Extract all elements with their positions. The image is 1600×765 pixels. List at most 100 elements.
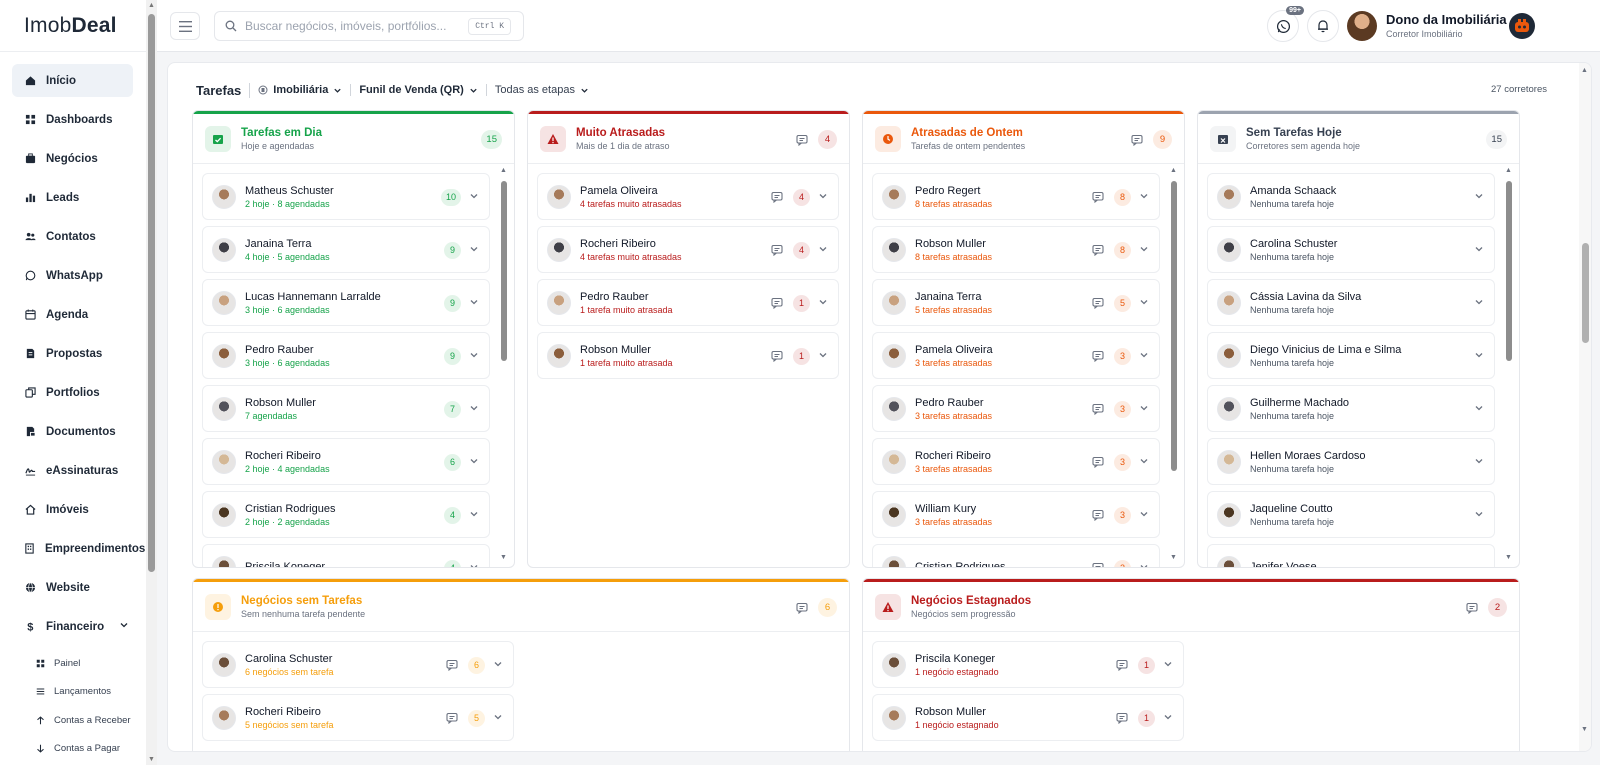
- comment-icon[interactable]: [1092, 297, 1104, 309]
- broker-row[interactable]: Pedro Rauber 1 tarefa muito atrasada 1: [537, 279, 839, 326]
- comment-icon[interactable]: [1092, 456, 1104, 468]
- comment-icon[interactable]: [771, 350, 783, 362]
- expand-chevron[interactable]: [1163, 656, 1173, 674]
- sidebar-item-financeiro[interactable]: $ Financeiro: [12, 610, 133, 643]
- agency-logo-avatar[interactable]: [1509, 13, 1535, 39]
- comment-icon[interactable]: [446, 712, 458, 724]
- scroll-up-arrow[interactable]: ▲: [500, 167, 507, 174]
- scroll-down-arrow[interactable]: ▼: [148, 756, 155, 763]
- broker-row[interactable]: Rocheri Ribeiro 4 tarefas muito atrasada…: [537, 226, 839, 273]
- broker-row[interactable]: Pedro Regert 8 tarefas atrasadas 8: [872, 173, 1160, 220]
- column-scrollbar[interactable]: ▲ ▼: [500, 167, 508, 565]
- expand-chevron[interactable]: [1474, 453, 1484, 471]
- broker-row[interactable]: Pamela Oliveira 3 tarefas atrasadas 3: [872, 332, 1160, 379]
- comment-icon[interactable]: [1092, 562, 1104, 568]
- expand-chevron[interactable]: [1139, 506, 1149, 524]
- sidebar-item-dashboards[interactable]: Dashboards: [12, 103, 133, 136]
- broker-row[interactable]: Amanda Schaack Nenhuma tarefa hoje: [1207, 173, 1495, 220]
- sidebar-item-negocios[interactable]: Negócios: [12, 142, 133, 175]
- stages-filter-dropdown[interactable]: Todas as etapas: [487, 84, 597, 96]
- broker-row[interactable]: Robson Muller 7 agendadas 7: [202, 385, 490, 432]
- comment-icon[interactable]: [1116, 659, 1128, 671]
- expand-chevron[interactable]: [1139, 453, 1149, 471]
- broker-row[interactable]: Jenifer Voese: [1207, 544, 1495, 567]
- expand-chevron[interactable]: [1139, 400, 1149, 418]
- expand-chevron[interactable]: [493, 656, 503, 674]
- agency-filter-dropdown[interactable]: Imobiliária: [250, 84, 352, 96]
- comment-icon[interactable]: [771, 244, 783, 256]
- app-logo[interactable]: Imob Deal: [0, 0, 156, 52]
- comment-icon[interactable]: [1092, 350, 1104, 362]
- comment-icon[interactable]: [1092, 244, 1104, 256]
- broker-row[interactable]: Pamela Oliveira 4 tarefas muito atrasada…: [537, 173, 839, 220]
- sidebar-item-eassinaturas[interactable]: eAssinaturas: [12, 454, 133, 487]
- broker-row[interactable]: Priscila Koneger 1 negócio estagnado 1: [872, 641, 1184, 688]
- scroll-down-arrow[interactable]: ▼: [1505, 554, 1512, 561]
- comment-icon[interactable]: [1092, 509, 1104, 521]
- broker-row[interactable]: Jaqueline Coutto Nenhuma tarefa hoje: [1207, 491, 1495, 538]
- scroll-thumb[interactable]: [1171, 181, 1177, 471]
- whatsapp-button[interactable]: 99+: [1267, 6, 1304, 42]
- broker-row[interactable]: Rocheri Ribeiro 5 negócios sem tarefa 5: [202, 694, 514, 741]
- expand-chevron[interactable]: [469, 347, 479, 365]
- expand-chevron[interactable]: [493, 709, 503, 727]
- broker-row[interactable]: Robson Muller 1 negócio estagnado 1: [872, 694, 1184, 741]
- expand-chevron[interactable]: [1474, 347, 1484, 365]
- scroll-thumb[interactable]: [501, 181, 507, 361]
- comment-icon[interactable]: [771, 297, 783, 309]
- expand-chevron[interactable]: [818, 294, 828, 312]
- broker-row[interactable]: Cássia Lavina da Silva Nenhuma tarefa ho…: [1207, 279, 1495, 326]
- scroll-thumb[interactable]: [1506, 181, 1512, 361]
- comment-icon[interactable]: [796, 602, 808, 614]
- scroll-up-arrow[interactable]: ▲: [1581, 67, 1588, 74]
- broker-row[interactable]: Cristian Rodrigues 2: [872, 544, 1160, 568]
- scroll-down-arrow[interactable]: ▼: [1170, 554, 1177, 561]
- expand-chevron[interactable]: [1139, 188, 1149, 206]
- comment-icon[interactable]: [796, 134, 808, 146]
- sidebar-item-whatsapp[interactable]: WhatsApp: [12, 259, 133, 292]
- sidebar-subitem-lancamentos[interactable]: Lançamentos: [12, 678, 156, 707]
- scroll-down-arrow[interactable]: ▼: [500, 554, 507, 561]
- broker-row[interactable]: Priscila Koneger 4: [202, 544, 490, 567]
- broker-row[interactable]: Janaina Terra 4 hoje · 5 agendadas 9: [202, 226, 490, 273]
- menu-toggle-button[interactable]: [170, 12, 200, 40]
- scroll-up-arrow[interactable]: ▲: [1170, 167, 1177, 174]
- expand-chevron[interactable]: [469, 453, 479, 471]
- expand-chevron[interactable]: [469, 241, 479, 259]
- sidebar-item-inicio[interactable]: Início: [12, 64, 133, 97]
- sidebar-item-leads[interactable]: Leads: [12, 181, 133, 214]
- comment-icon[interactable]: [1131, 134, 1143, 146]
- comment-icon[interactable]: [1116, 712, 1128, 724]
- search-input[interactable]: [245, 19, 465, 33]
- expand-chevron[interactable]: [1474, 294, 1484, 312]
- sidebar-item-agenda[interactable]: Agenda: [12, 298, 133, 331]
- expand-chevron[interactable]: [469, 294, 479, 312]
- expand-chevron[interactable]: [469, 400, 479, 418]
- sidebar-item-contatos[interactable]: Contatos: [12, 220, 133, 253]
- expand-chevron[interactable]: [818, 241, 828, 259]
- expand-chevron[interactable]: [1139, 559, 1149, 567]
- expand-chevron[interactable]: [469, 506, 479, 524]
- broker-row[interactable]: Carolina Schuster 6 negócios sem tarefa …: [202, 641, 514, 688]
- broker-row[interactable]: Janaina Terra 5 tarefas atrasadas 5: [872, 279, 1160, 326]
- broker-row[interactable]: Pedro Rauber 3 tarefas atrasadas 3: [872, 385, 1160, 432]
- broker-row[interactable]: Robson Muller 1 tarefa muito atrasada 1: [537, 332, 839, 379]
- broker-row[interactable]: Rocheri Ribeiro 3 tarefas atrasadas 3: [872, 438, 1160, 485]
- scroll-up-arrow[interactable]: ▲: [148, 2, 155, 9]
- notifications-button[interactable]: [1307, 10, 1339, 42]
- expand-chevron[interactable]: [1139, 347, 1149, 365]
- sidebar-item-empreendimentos[interactable]: Empreendimentos: [12, 532, 145, 565]
- scroll-up-arrow[interactable]: ▲: [1505, 167, 1512, 174]
- main-scrollbar[interactable]: ▲ ▼: [1579, 63, 1591, 751]
- broker-row[interactable]: Robson Muller 8 tarefas atrasadas 8: [872, 226, 1160, 273]
- comment-icon[interactable]: [771, 191, 783, 203]
- sidebar-item-portfolios[interactable]: Portfolios: [12, 376, 133, 409]
- column-scrollbar[interactable]: ▲ ▼: [1170, 167, 1178, 565]
- sidebar-subitem-contas-a-receber[interactable]: Contas a Receber: [12, 706, 156, 735]
- expand-chevron[interactable]: [1139, 241, 1149, 259]
- broker-row[interactable]: Matheus Schuster 2 hoje · 8 agendadas 10: [202, 173, 490, 220]
- user-name[interactable]: Dono da Imobiliária: [1386, 12, 1507, 27]
- broker-row[interactable]: William Kury 3 tarefas atrasadas 3: [872, 491, 1160, 538]
- column-scrollbar[interactable]: ▲ ▼: [1505, 167, 1513, 565]
- scroll-thumb[interactable]: [148, 14, 155, 572]
